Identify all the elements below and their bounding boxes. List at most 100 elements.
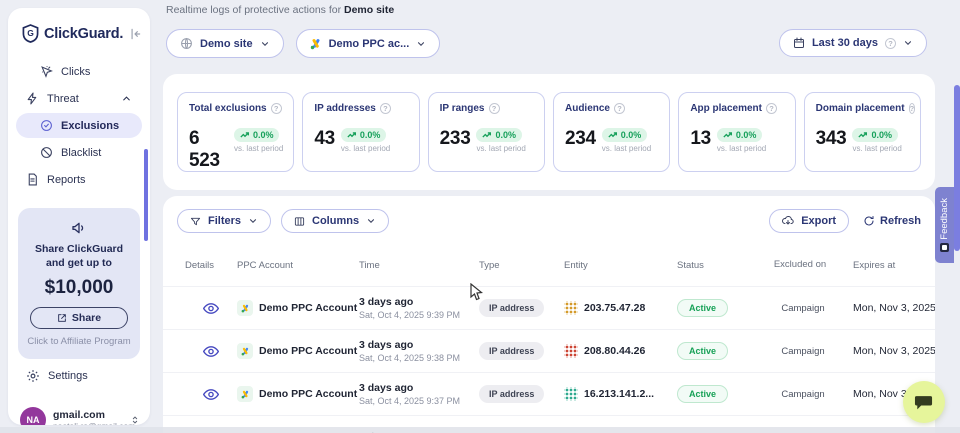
gear-icon bbox=[26, 369, 40, 383]
chevron-up-icon bbox=[121, 93, 132, 104]
date-range-value: Last 30 days bbox=[812, 37, 878, 49]
stat-card-app-placement: App placement? 13 0.0% vs. last period bbox=[678, 92, 795, 172]
trend-up-icon bbox=[482, 131, 492, 139]
trend-badge: 0.0% bbox=[476, 128, 522, 142]
caret-updown-icon bbox=[130, 414, 140, 425]
subtitle-site-name: Demo site bbox=[344, 4, 394, 16]
help-icon[interactable]: ? bbox=[766, 103, 777, 114]
logs-table-panel: Filters Columns Export bbox=[163, 196, 935, 433]
filters-button-label: Filters bbox=[208, 215, 241, 227]
help-icon[interactable]: ? bbox=[271, 103, 282, 114]
help-icon[interactable]: ? bbox=[909, 103, 916, 114]
row-excluded-on: Campaign bbox=[769, 303, 837, 314]
chat-widget-button[interactable] bbox=[903, 381, 945, 423]
account-filter-dropdown[interactable]: Demo PPC ac... bbox=[296, 29, 441, 58]
sidebar-item-threat[interactable]: Threat bbox=[16, 86, 142, 111]
affiliate-promo-card[interactable]: Share ClickGuard and get up to $10,000 S… bbox=[18, 208, 140, 359]
external-link-icon bbox=[57, 313, 67, 323]
feedback-tab[interactable]: Feedback bbox=[935, 187, 954, 263]
table-row: Demo PPC Account 3 days ago Sat, Oct 4, … bbox=[163, 329, 935, 372]
stat-sub: vs. last period bbox=[341, 144, 390, 153]
megaphone-icon bbox=[26, 220, 132, 236]
type-badge: IP address bbox=[479, 342, 544, 360]
row-time: 3 days ago Sat, Oct 4, 2025 9:38 PM bbox=[359, 339, 479, 363]
sidebar-item-exclusions[interactable]: Exclusions bbox=[16, 113, 142, 138]
col-type: Type bbox=[479, 260, 564, 271]
row-details-button[interactable] bbox=[185, 345, 237, 358]
export-button[interactable]: Export bbox=[769, 209, 849, 233]
row-entity: 203.75.47.28 bbox=[564, 301, 677, 315]
table-row: Demo PPC Account 3 days ago Sat, Oct 4, … bbox=[163, 286, 935, 329]
stat-label: Audience bbox=[565, 103, 610, 114]
table-header-row: Details PPC Account Time Type Entity Sta… bbox=[163, 244, 935, 286]
stat-value: 343 bbox=[816, 128, 847, 150]
row-excluded-on: Campaign bbox=[769, 346, 837, 357]
affiliate-link[interactable]: Click to Affiliate Program bbox=[26, 336, 132, 347]
export-icon bbox=[782, 215, 794, 227]
sidebar-item-blacklist[interactable]: Blacklist bbox=[16, 140, 142, 165]
stat-label: IP addresses bbox=[314, 103, 376, 114]
chevron-down-icon bbox=[248, 216, 258, 226]
sidebar: G ClickGuard. Clicks Threat Excl bbox=[8, 8, 150, 425]
trend-badge: 0.0% bbox=[234, 128, 280, 142]
filter-icon bbox=[190, 216, 201, 227]
refresh-button[interactable]: Refresh bbox=[863, 215, 921, 227]
status-badge: Active bbox=[677, 299, 728, 317]
feedback-tab-label: Feedback bbox=[939, 198, 950, 240]
stat-card-ip-ranges: IP ranges? 233 0.0% vs. last period bbox=[428, 92, 545, 172]
globe-icon bbox=[180, 37, 193, 50]
refresh-icon bbox=[863, 215, 875, 227]
col-expires-at: Expires at bbox=[837, 260, 934, 271]
sidebar-item-reports[interactable]: Reports bbox=[16, 167, 142, 192]
trend-badge: 0.0% bbox=[602, 128, 648, 142]
row-details-button[interactable] bbox=[185, 388, 237, 401]
share-button[interactable]: Share bbox=[30, 307, 128, 329]
google-ads-icon bbox=[237, 300, 253, 316]
site-filter-dropdown[interactable]: Demo site bbox=[166, 29, 284, 58]
sidebar-item-clicks[interactable]: Clicks bbox=[16, 59, 142, 84]
chevron-down-icon bbox=[416, 39, 426, 49]
viewport-bottom-strip bbox=[0, 427, 960, 433]
page-scrollbar[interactable] bbox=[954, 85, 960, 251]
col-details: Details bbox=[185, 260, 237, 271]
calendar-icon bbox=[793, 37, 805, 49]
row-time: 3 days ago Sat, Oct 4, 2025 9:39 PM bbox=[359, 296, 479, 320]
table-row: Demo PPC Account 3 days ago Sat, Oct 4, … bbox=[163, 372, 935, 415]
stat-card-total-exclusions: Total exclusions? 6 523 0.0% vs. last pe… bbox=[177, 92, 294, 172]
stat-value: 13 bbox=[690, 128, 711, 150]
entity-identicon bbox=[564, 387, 578, 401]
help-icon[interactable]: ? bbox=[489, 103, 500, 114]
chevron-down-icon bbox=[366, 216, 376, 226]
settings-label: Settings bbox=[48, 370, 88, 382]
help-icon[interactable]: ? bbox=[380, 103, 391, 114]
help-icon[interactable]: ? bbox=[614, 103, 625, 114]
type-badge: IP address bbox=[479, 299, 544, 317]
sidebar-item-settings[interactable]: Settings bbox=[8, 359, 150, 393]
promo-text: Share ClickGuard and get up to bbox=[26, 242, 132, 270]
sidebar-item-label: Blacklist bbox=[61, 147, 132, 159]
columns-button[interactable]: Columns bbox=[281, 209, 389, 233]
user-menu[interactable]: NA gmail.com naatali.ro@gmail.com bbox=[8, 397, 150, 425]
user-name: gmail.com bbox=[53, 409, 123, 421]
columns-button-label: Columns bbox=[312, 215, 359, 227]
sidebar-item-label: Exclusions bbox=[61, 120, 132, 132]
shield-logo-icon: G bbox=[22, 24, 39, 43]
svg-text:G: G bbox=[27, 28, 34, 38]
sidebar-scrollbar[interactable] bbox=[144, 149, 148, 241]
collapse-sidebar-icon[interactable] bbox=[128, 27, 142, 41]
filters-button[interactable]: Filters bbox=[177, 209, 271, 233]
google-ads-icon bbox=[237, 386, 253, 402]
stat-sub: vs. last period bbox=[476, 144, 525, 153]
stat-value: 6 523 bbox=[189, 128, 228, 172]
date-range-dropdown[interactable]: Last 30 days ? bbox=[779, 29, 927, 57]
row-account: Demo PPC Account bbox=[237, 300, 359, 316]
google-ads-icon bbox=[237, 343, 253, 359]
row-entity: 208.80.44.26 bbox=[564, 344, 677, 358]
row-details-button[interactable] bbox=[185, 302, 237, 315]
clicks-icon bbox=[40, 65, 53, 78]
type-badge: IP address bbox=[479, 385, 544, 403]
entity-identicon bbox=[564, 301, 578, 315]
trend-up-icon bbox=[608, 131, 618, 139]
trend-up-icon bbox=[723, 131, 733, 139]
col-entity: Entity bbox=[564, 260, 677, 271]
